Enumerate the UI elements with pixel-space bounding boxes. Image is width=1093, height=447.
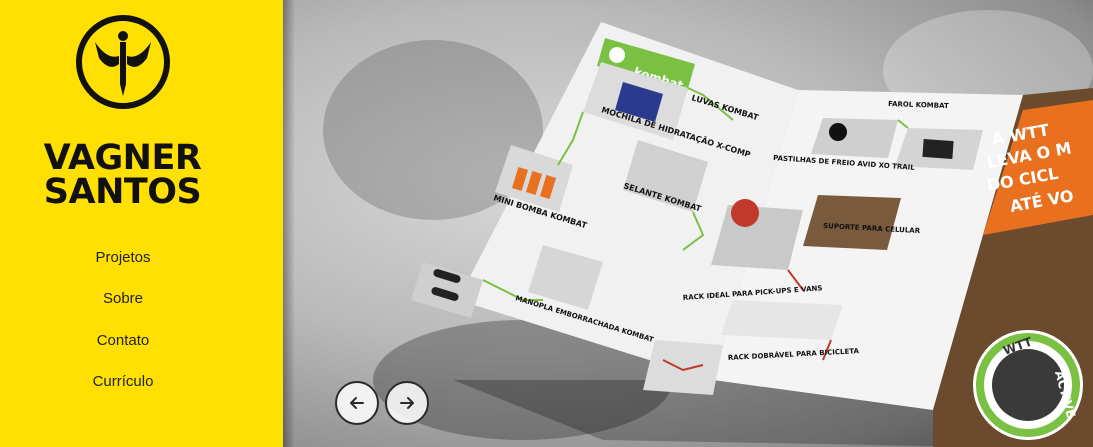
sidebar-shadow — [283, 0, 295, 447]
brochure-mockup-image: kombat MOCHILA DE HIDRATAÇÃO X-COMP LUVA… — [411, 22, 1093, 447]
brand-name-line-1: VAGNER — [43, 138, 202, 178]
portfolio-slide: kombat MOCHILA DE HIDRATAÇÃO X-COMP LUVA… — [283, 0, 1093, 447]
nav-link-sobre[interactable]: Sobre — [0, 290, 246, 307]
slider-prev-button[interactable] — [335, 381, 379, 425]
nav-link-curriculo[interactable]: Currículo — [0, 373, 246, 390]
winged-emblem-logo[interactable] — [73, 12, 173, 112]
brand-name-line-2: SANTOS — [43, 172, 202, 212]
nav-link-contato[interactable]: Contato — [0, 332, 246, 349]
wtt-active-seal: WTT ACTIVE — [973, 330, 1083, 440]
arrow-right-icon — [400, 397, 414, 409]
arrow-left-icon — [350, 397, 364, 409]
slider-next-button[interactable] — [385, 381, 429, 425]
nav-link-projetos[interactable]: Projetos — [0, 249, 246, 266]
sidebar: VAGNER SANTOS Projetos Sobre Contato Cur… — [0, 0, 283, 447]
